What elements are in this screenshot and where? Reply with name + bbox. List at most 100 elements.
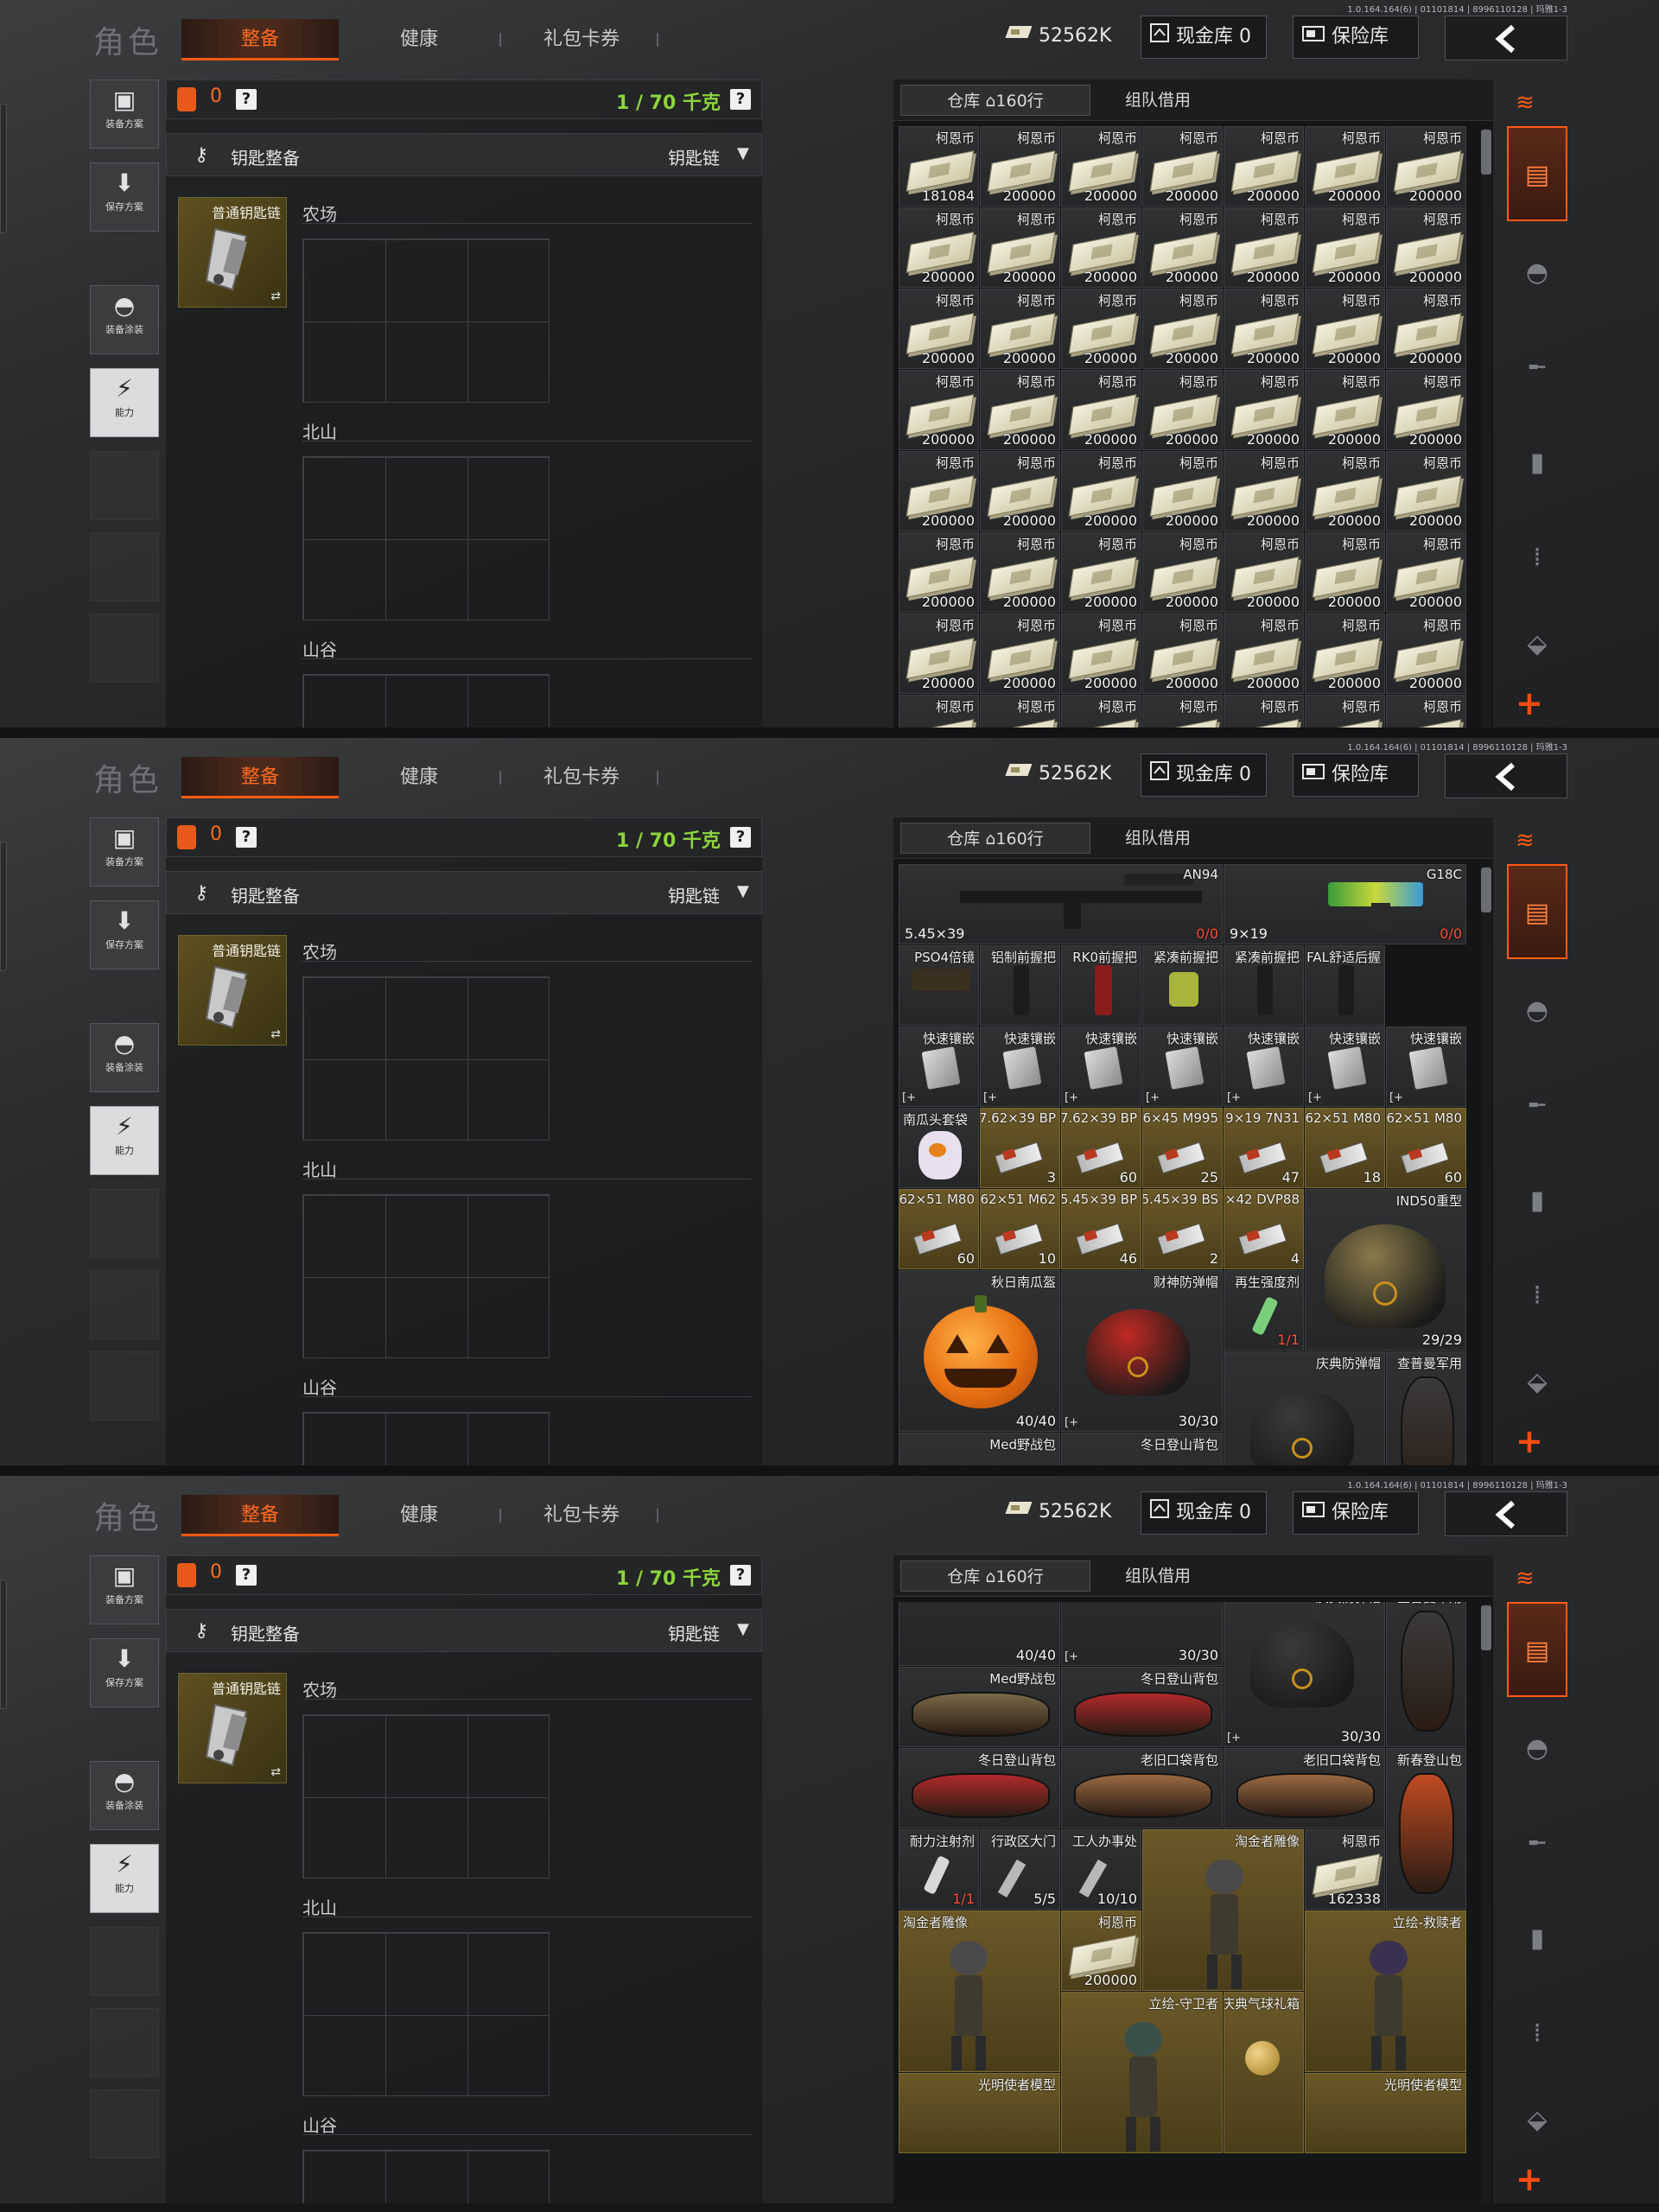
add-button[interactable]: + [1516,684,1543,722]
category-all[interactable]: ▤ [1507,1602,1567,1697]
stack-sort-icon[interactable]: ≋ [1516,90,1535,116]
money-item[interactable]: 柯恩币 [1224,695,1304,728]
scrollbar-thumb[interactable] [1481,1605,1491,1650]
tab-outfit[interactable]: 整备 [181,19,339,60]
key-zone-grid[interactable] [302,1412,550,1465]
old-pack-item[interactable]: 老旧口袋背包 [1061,1748,1223,1829]
paint-button[interactable]: ◓ 装备涂装 [90,1023,159,1092]
category-all[interactable]: ▤ [1507,864,1567,959]
festive-helmet-item[interactable]: 庆典防弹帽 [1224,1351,1385,1465]
swap-icon[interactable]: ⇄ [270,1765,281,1779]
cash-vault-button[interactable]: 现金库 0 [1141,1491,1267,1535]
money-item[interactable]: 柯恩币 200000 [1224,207,1304,288]
side-handle[interactable] [0,842,7,971]
category-magazine[interactable]: ▮ [1507,420,1567,506]
keychain-dropdown[interactable]: 钥匙链 [668,144,720,169]
money-item[interactable]: 柯恩币 200000 [1142,126,1223,207]
money-item[interactable]: 柯恩币 200000 [1386,370,1466,450]
swap-icon[interactable]: ⇄ [270,289,281,303]
category-magazine[interactable]: ▮ [1507,1896,1567,1982]
attachment-item[interactable]: FAL舒适后握 [1305,945,1385,1026]
endurance-item[interactable]: 耐力注射剂 1/1 [899,1829,979,1910]
money-item[interactable]: 柯恩币 200000 [1305,613,1385,694]
money-item[interactable]: 柯恩币 200000 [1142,532,1223,613]
pistol-item-g18c[interactable]: 9×19 G18C 0/0 [1224,864,1466,944]
money-item[interactable]: 柯恩币 200000 [1305,207,1385,288]
money-item[interactable]: 柯恩币 200000 [1305,289,1385,369]
tab-team-borrow[interactable]: 组队借用 [1097,1560,1218,1592]
money-item[interactable]: 柯恩币 [1386,695,1466,728]
money-item[interactable]: 柯恩币 200000 [1224,289,1304,369]
pumpkin-bag-item[interactable]: 南瓜头套袋 [899,1108,979,1188]
save-scheme-button[interactable]: ⬇ 保存方案 [90,162,159,232]
money-item[interactable]: 柯恩币 200000 [1224,451,1304,531]
money-item[interactable]: 柯恩币 200000 [899,207,979,288]
ammo-item[interactable]: 7.62×51 M80 60 [1386,1108,1466,1188]
attachment-item[interactable]: PSO4倍镜 [899,945,979,1026]
med-pack-item[interactable]: Med野战包 [899,1667,1060,1748]
tab-team-borrow[interactable]: 组队借用 [1097,823,1218,854]
keychain-header[interactable]: ⚷ 钥匙整备 钥匙链 ▼ [166,1609,762,1652]
gold-statue-item[interactable]: 淘金者雕像 [1142,1829,1304,1992]
tab-storage[interactable]: 仓库 ⌂160行 [900,823,1090,854]
bright-model-item[interactable]: 光明使者模型 [899,2073,1060,2154]
category-rifle[interactable]: ╾ [1507,325,1567,411]
stack-sort-icon[interactable]: ≋ [1516,828,1535,854]
save-scheme-button[interactable]: ⬇ 保存方案 [90,900,159,969]
scrollbar-thumb[interactable] [1481,130,1491,175]
outfit-scheme-button[interactable]: ▣ 装备方案 [90,1555,159,1624]
tab-storage[interactable]: 仓库 ⌂160行 [900,85,1090,116]
money-item[interactable]: 柯恩币 200000 [1386,126,1466,207]
wealth-helmet-item[interactable]: 30/30 [+ [1061,1602,1223,1667]
key-zone-grid[interactable] [302,456,550,620]
category-misc[interactable]: ⬙ [1507,601,1567,688]
bright-model-item[interactable]: 光明使者模型 [1305,2073,1466,2154]
tab-team-borrow[interactable]: 组队借用 [1097,85,1218,116]
rescuer-portrait-item[interactable]: 立绘-救赎者 [1305,1910,1466,2073]
add-button[interactable]: + [1516,2160,1543,2198]
money-item[interactable]: 柯恩币 200000 [899,289,979,369]
keychain-slot[interactable]: 普通钥匙链 ⇄ [178,1673,287,1783]
ammo-item[interactable]: 5.45×39 BP 46 [1061,1189,1141,1269]
category-magazine[interactable]: ▮ [1507,1158,1567,1244]
tab-health[interactable]: 健康 [380,757,458,798]
guardian-portrait-item[interactable]: 立绘-守卫者 [1061,1992,1223,2154]
tab-gift-cards[interactable]: 礼包卡券 [527,757,636,798]
ability-button[interactable]: ⚡ 能力 [90,1844,159,1913]
tab-outfit[interactable]: 整备 [181,1495,339,1536]
key-zone-grid[interactable] [302,674,550,728]
money-item[interactable]: 柯恩币 200000 [899,370,979,450]
money-item[interactable]: 柯恩币 200000 [1142,613,1223,694]
category-helmet[interactable]: ◓ [1507,230,1567,316]
money-item[interactable]: 柯恩币 200000 [1061,370,1141,450]
help-button[interactable]: ? [236,827,257,848]
money-item[interactable]: 柯恩币 200000 [1386,207,1466,288]
ability-button[interactable]: ⚡ 能力 [90,368,159,437]
festive-helmet-item[interactable]: 庆典防弹帽 30/30 [+ [1224,1602,1385,1748]
money-item[interactable]: 柯恩币 200000 [980,613,1060,694]
money-item[interactable]: 柯恩币 200000 [1061,613,1141,694]
regen-item[interactable]: 再生强度剂 1/1 [1224,1270,1304,1351]
category-all[interactable]: ▤ [1507,126,1567,221]
stack-sort-icon[interactable]: ≋ [1516,1566,1535,1592]
magazine-item[interactable]: 快速镶嵌 [+ [1061,1027,1141,1107]
money-item[interactable]: 柯恩币 [899,695,979,728]
magazine-item[interactable]: 快速镶嵌 [+ [1386,1027,1466,1107]
tab-health[interactable]: 健康 [380,1495,458,1536]
category-helmet[interactable]: ◓ [1507,968,1567,1054]
weight-help-button[interactable]: ? [730,827,751,848]
scrollbar[interactable] [1481,1604,1491,2203]
money-item[interactable]: 柯恩币 [1061,695,1141,728]
money-item[interactable]: 柯恩币 200000 [980,451,1060,531]
outfit-scheme-button[interactable]: ▣ 装备方案 [90,79,159,149]
money-item[interactable]: 柯恩币 200000 [1224,370,1304,450]
key-zone-grid[interactable] [302,976,550,1141]
money-item[interactable]: 柯恩币 200000 [980,370,1060,450]
category-rifle[interactable]: ╾ [1507,1063,1567,1149]
money-item[interactable]: 柯恩币 200000 [1305,126,1385,207]
money-item[interactable]: 柯恩币 200000 [1061,126,1141,207]
outfit-scheme-button[interactable]: ▣ 装备方案 [90,817,159,887]
ammo-item[interactable]: 7.62×39 BP 60 [1061,1108,1141,1188]
money-item[interactable]: 柯恩币 200000 [1305,370,1385,450]
money-item[interactable]: 柯恩币 [980,695,1060,728]
